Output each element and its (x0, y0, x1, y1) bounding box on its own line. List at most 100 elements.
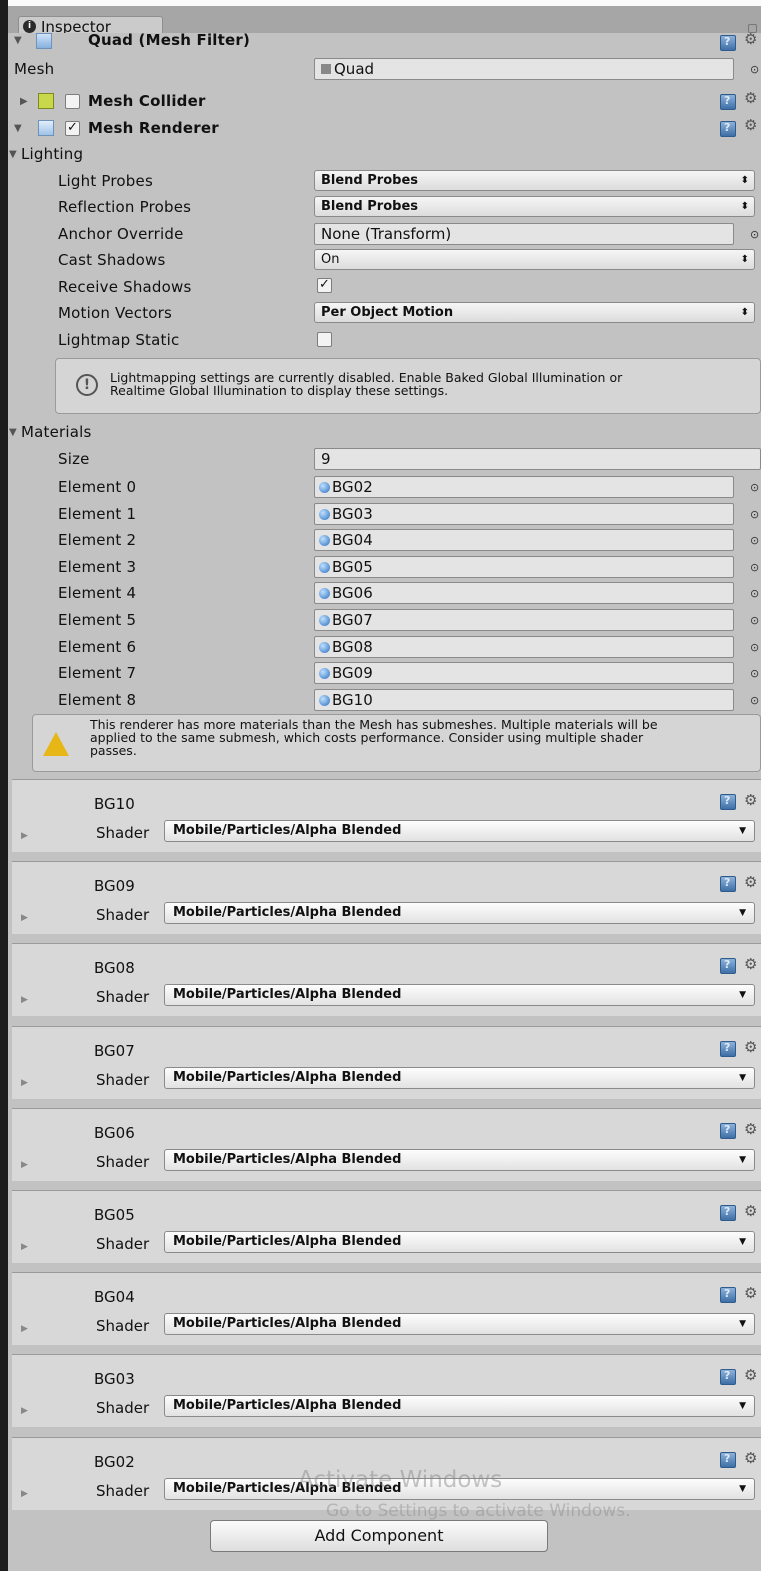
warning-icon (43, 732, 69, 756)
gear-icon[interactable]: ⚙ (744, 873, 757, 891)
material-foldout-arrow-icon[interactable]: ▶ (21, 1160, 28, 1170)
gear-icon[interactable]: ⚙ (744, 89, 757, 107)
shader-label: Shader (96, 988, 150, 1006)
lighting-section-label[interactable]: Lighting (21, 145, 83, 163)
material-element-field[interactable]: BG07 (314, 609, 734, 631)
object-picker-icon[interactable]: ⊙ (750, 641, 759, 654)
material-foldout-arrow-icon[interactable]: ▶ (21, 831, 28, 841)
material-editor-header: BG03 ▶ Shader Mobile/Particles/Alpha Blende… (12, 1354, 761, 1427)
receive-shadows-label: Receive Shadows (58, 278, 192, 296)
mesh-field-value: Quad (334, 60, 375, 78)
help-icon[interactable] (720, 121, 736, 137)
gear-icon[interactable]: ⚙ (744, 791, 757, 809)
shader-dropdown[interactable]: Mobile/Particles/Alpha Blended ▼ (164, 1313, 755, 1335)
material-element-field[interactable]: BG08 (314, 636, 734, 658)
object-picker-icon[interactable]: ⊙ (750, 561, 759, 574)
dropdown-arrow-icon: ▼ (739, 990, 746, 1000)
shader-label: Shader (96, 906, 150, 924)
object-picker-icon[interactable]: ⊙ (750, 667, 759, 680)
material-foldout-arrow-icon[interactable]: ▶ (21, 1242, 28, 1252)
mesh-renderer-enabled-checkbox[interactable]: ✓ (65, 121, 80, 136)
materials-section-label[interactable]: Materials (21, 423, 92, 441)
material-element-field[interactable]: BG06 (314, 582, 734, 604)
help-icon[interactable] (720, 1205, 736, 1221)
material-foldout-arrow-icon[interactable]: ▶ (21, 1489, 28, 1499)
object-picker-icon[interactable]: ⊙ (750, 508, 759, 521)
materials-size-field[interactable]: 9 (314, 448, 761, 470)
help-icon[interactable] (720, 1123, 736, 1139)
object-picker-icon[interactable]: ⊙ (750, 228, 759, 241)
help-icon[interactable] (720, 35, 736, 51)
light-probes-dropdown[interactable]: Blend Probes ⬍ (314, 170, 755, 191)
foldout-arrow-icon[interactable]: ▶ (20, 96, 28, 107)
material-name: BG08 (94, 959, 135, 977)
dropdown-arrow-icon: ▼ (739, 1237, 746, 1247)
material-foldout-arrow-icon[interactable]: ▶ (21, 913, 28, 923)
foldout-arrow-icon[interactable]: ▼ (9, 149, 17, 160)
material-element-value: BG03 (332, 505, 373, 523)
object-picker-icon[interactable]: ⊙ (750, 614, 759, 627)
material-name: BG06 (94, 1124, 135, 1142)
add-component-button[interactable]: Add Component (210, 1520, 548, 1552)
materials-size-value: 9 (321, 450, 331, 468)
object-picker-icon[interactable]: ⊙ (750, 63, 759, 76)
help-icon[interactable] (720, 958, 736, 974)
lightmap-static-checkbox[interactable] (317, 332, 332, 347)
light-probes-label: Light Probes (58, 172, 153, 190)
gear-icon[interactable]: ⚙ (744, 1284, 757, 1302)
object-picker-icon[interactable]: ⊙ (750, 481, 759, 494)
help-icon[interactable] (720, 794, 736, 810)
gear-icon[interactable]: ⚙ (744, 1449, 757, 1467)
help-icon[interactable] (720, 1369, 736, 1385)
material-element-field[interactable]: BG10 (314, 689, 734, 711)
material-foldout-arrow-icon[interactable]: ▶ (21, 995, 28, 1005)
mesh-collider-enabled-checkbox[interactable] (65, 94, 80, 109)
shader-dropdown[interactable]: Mobile/Particles/Alpha Blended ▼ (164, 902, 755, 924)
material-element-field[interactable]: BG02 (314, 476, 734, 498)
shader-dropdown[interactable]: Mobile/Particles/Alpha Blended ▼ (164, 1231, 755, 1253)
material-element-field[interactable]: BG05 (314, 556, 734, 578)
foldout-arrow-icon[interactable]: ▼ (9, 427, 17, 438)
material-element-label: Element 4 (58, 584, 137, 602)
material-foldout-arrow-icon[interactable]: ▶ (21, 1324, 28, 1334)
shader-dropdown[interactable]: Mobile/Particles/Alpha Blended ▼ (164, 984, 755, 1006)
mesh-asset-icon (321, 64, 331, 74)
help-icon[interactable] (720, 1452, 736, 1468)
shader-dropdown[interactable]: Mobile/Particles/Alpha Blended ▼ (164, 1395, 755, 1417)
help-icon[interactable] (720, 1287, 736, 1303)
material-element-value: BG06 (332, 584, 373, 602)
material-element-field[interactable]: BG04 (314, 529, 734, 551)
material-element-field[interactable]: BG03 (314, 503, 734, 525)
gear-icon[interactable]: ⚙ (744, 1120, 757, 1138)
material-element-label: Element 7 (58, 664, 137, 682)
object-picker-icon[interactable]: ⊙ (750, 587, 759, 600)
material-editor-header: BG06 ▶ Shader Mobile/Particles/Alpha Blende… (12, 1108, 761, 1181)
gear-icon[interactable]: ⚙ (744, 955, 757, 973)
shader-dropdown[interactable]: Mobile/Particles/Alpha Blended ▼ (164, 820, 755, 842)
help-icon[interactable] (720, 94, 736, 110)
motion-vectors-label: Motion Vectors (58, 304, 173, 322)
object-picker-icon[interactable]: ⊙ (750, 534, 759, 547)
material-foldout-arrow-icon[interactable]: ▶ (21, 1406, 28, 1416)
foldout-arrow-icon[interactable]: ▼ (14, 123, 22, 134)
mesh-field[interactable]: Quad (314, 58, 734, 80)
anchor-override-field[interactable]: None (Transform) (314, 223, 734, 245)
gear-icon[interactable]: ⚙ (744, 30, 757, 48)
gear-icon[interactable]: ⚙ (744, 1366, 757, 1384)
help-icon[interactable] (720, 1041, 736, 1057)
object-picker-icon[interactable]: ⊙ (750, 694, 759, 707)
cast-shadows-dropdown[interactable]: On ⬍ (314, 249, 755, 270)
shader-dropdown[interactable]: Mobile/Particles/Alpha Blended ▼ (164, 1149, 755, 1171)
gear-icon[interactable]: ⚙ (744, 116, 757, 134)
motion-vectors-dropdown[interactable]: Per Object Motion ⬍ (314, 302, 755, 323)
shader-dropdown[interactable]: Mobile/Particles/Alpha Blended ▼ (164, 1067, 755, 1089)
material-foldout-arrow-icon[interactable]: ▶ (21, 1078, 28, 1088)
foldout-arrow-icon[interactable]: ▼ (14, 35, 22, 46)
reflection-probes-dropdown[interactable]: Blend Probes ⬍ (314, 196, 755, 217)
material-sphere-icon (319, 562, 330, 573)
material-element-field[interactable]: BG09 (314, 662, 734, 684)
gear-icon[interactable]: ⚙ (744, 1038, 757, 1056)
receive-shadows-checkbox[interactable]: ✓ (317, 278, 332, 293)
gear-icon[interactable]: ⚙ (744, 1202, 757, 1220)
help-icon[interactable] (720, 876, 736, 892)
